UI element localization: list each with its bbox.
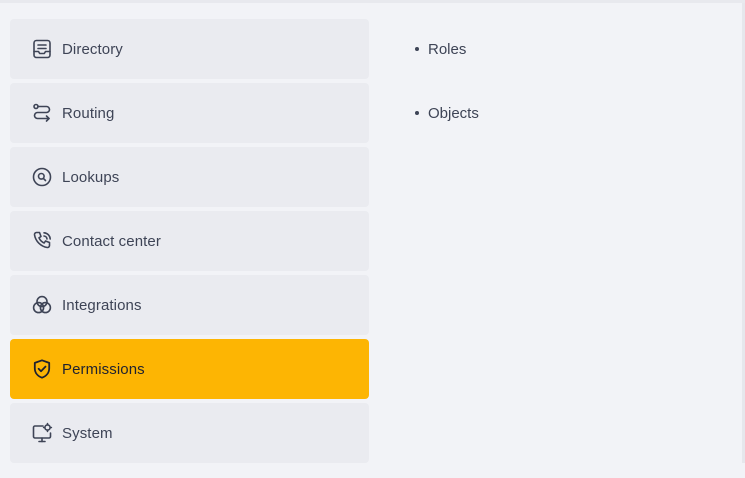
nav-label-permissions: Permissions (62, 360, 145, 378)
submenu-item-roles[interactable]: Roles (413, 19, 713, 79)
nav-item-integrations[interactable]: Integrations (10, 275, 369, 335)
top-divider (0, 0, 745, 3)
nav-label-routing: Routing (62, 104, 115, 122)
phone-icon (31, 230, 53, 252)
nav-label-integrations: Integrations (62, 296, 142, 314)
nav-label-contact-center: Contact center (62, 232, 161, 250)
nav-item-permissions[interactable]: Permissions (10, 339, 369, 399)
bullet-icon (415, 47, 419, 51)
routing-icon (31, 102, 53, 124)
integrations-icon (31, 294, 53, 316)
admin-settings-page: Directory Routing Lookups Contact center… (0, 0, 745, 478)
submenu-label-objects: Objects (428, 104, 479, 122)
nav-label-system: System (62, 424, 113, 442)
permissions-submenu: Roles Objects (413, 19, 713, 147)
directory-icon (31, 38, 53, 60)
nav-item-system[interactable]: System (10, 403, 369, 463)
nav-item-contact-center[interactable]: Contact center (10, 211, 369, 271)
lookups-icon (31, 166, 53, 188)
settings-nav: Directory Routing Lookups Contact center… (10, 19, 369, 467)
nav-item-routing[interactable]: Routing (10, 83, 369, 143)
submenu-label-roles: Roles (428, 40, 467, 58)
nav-item-directory[interactable]: Directory (10, 19, 369, 79)
submenu-item-objects[interactable]: Objects (413, 83, 713, 143)
nav-item-lookups[interactable]: Lookups (10, 147, 369, 207)
bullet-icon (415, 111, 419, 115)
monitor-gear-icon (31, 422, 53, 444)
nav-label-lookups: Lookups (62, 168, 120, 186)
shield-check-icon (31, 358, 53, 380)
nav-label-directory: Directory (62, 40, 123, 58)
